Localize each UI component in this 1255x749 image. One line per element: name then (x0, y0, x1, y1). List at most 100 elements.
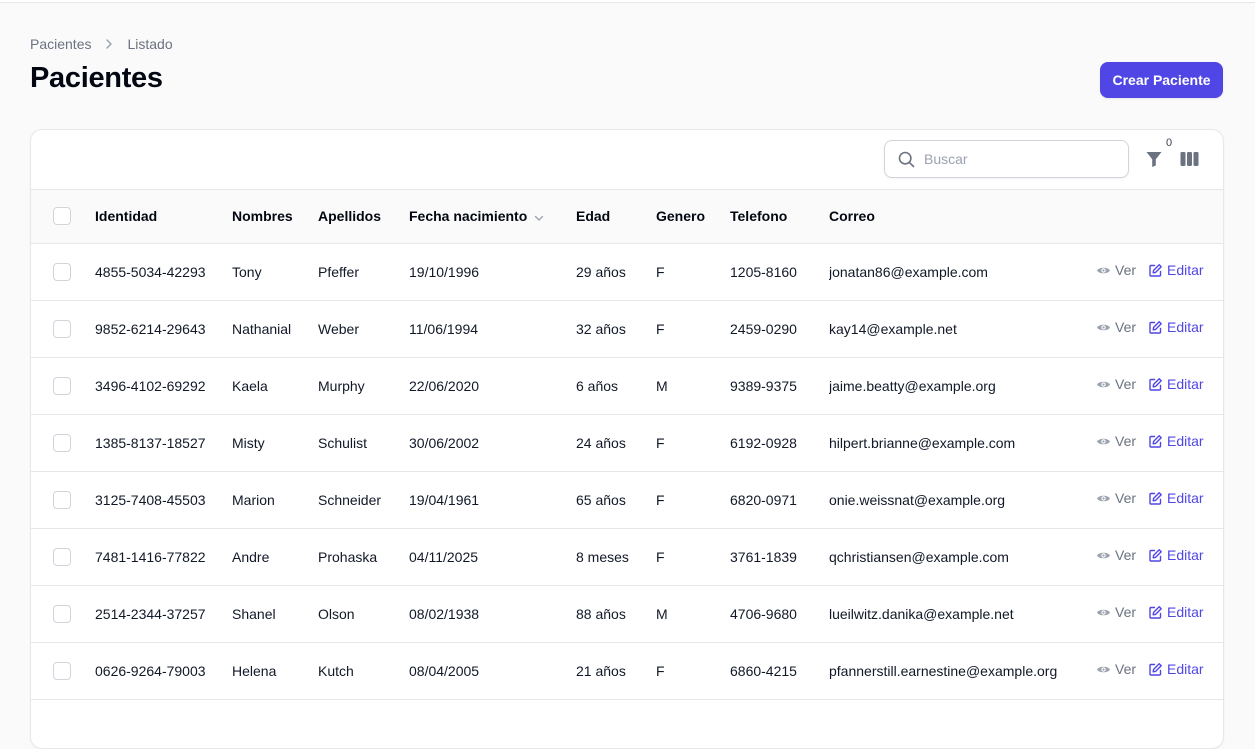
cell-identidad: 0626-9264-79003 (95, 662, 206, 679)
select-all-checkbox[interactable] (53, 207, 71, 226)
create-patient-button[interactable]: Crear Paciente (1100, 62, 1223, 98)
cell-apellidos: Schneider (318, 491, 382, 508)
cell-genero: M (656, 605, 668, 622)
pencil-square-icon (1148, 434, 1163, 449)
cell-actions: Ver Editar (1096, 300, 1223, 357)
view-link[interactable]: Ver (1096, 262, 1136, 278)
table-row: 4855-5034-42293 Tony Pfeffer 19/10/1996 … (31, 243, 1223, 300)
cell-genero: F (656, 434, 665, 451)
top-bar (0, 0, 1255, 3)
view-link[interactable]: Ver (1096, 376, 1136, 392)
eye-icon (1096, 491, 1111, 506)
view-link-label: Ver (1115, 319, 1137, 336)
view-link-label: Ver (1115, 604, 1137, 621)
cell-correo: jonatan86@example.com (829, 263, 988, 280)
cell-edad: 21 años (576, 662, 626, 679)
patients-table: Identidad Nombres Apellidos Fecha nacimi… (31, 190, 1223, 700)
pencil-square-icon (1148, 605, 1163, 620)
cell-nombres: Nathanial (232, 320, 292, 337)
edit-link[interactable]: Editar (1148, 376, 1204, 392)
table-row: 0626-9264-79003 Helena Kutch 08/04/2005 … (31, 642, 1223, 699)
page-title: Pacientes (30, 62, 163, 94)
cell-identidad: 7481-1416-77822 (95, 548, 206, 565)
edit-link[interactable]: Editar (1148, 262, 1204, 278)
cell-fecha-nacimiento: 22/06/2020 (409, 377, 480, 394)
cell-edad: 29 años (576, 263, 626, 280)
eye-icon (1096, 377, 1111, 392)
toggle-columns-button[interactable] (1179, 149, 1199, 169)
column-header-fecha-nacimiento[interactable]: Fecha nacimiento (409, 190, 576, 243)
view-link[interactable]: Ver (1096, 490, 1136, 506)
pencil-square-icon (1148, 263, 1163, 278)
cell-edad: 65 años (576, 491, 626, 508)
cell-apellidos: Pfeffer (318, 263, 359, 280)
eye-icon (1096, 263, 1111, 278)
search-box (884, 140, 1129, 178)
row-checkbox[interactable] (53, 661, 71, 680)
cell-correo: jaime.beatty@example.org (829, 377, 996, 394)
edit-link[interactable]: Editar (1148, 433, 1204, 449)
cell-actions: Ver Editar (1096, 642, 1223, 699)
cell-apellidos: Weber (318, 320, 359, 337)
row-checkbox[interactable] (53, 604, 71, 623)
cell-correo: qchristiansen@example.com (829, 548, 1009, 565)
cell-genero: F (656, 320, 665, 337)
edit-link[interactable]: Editar (1148, 604, 1204, 620)
edit-link-label: Editar (1167, 319, 1204, 336)
view-link[interactable]: Ver (1096, 319, 1136, 335)
chevron-down-icon (533, 212, 545, 224)
cell-genero: F (656, 263, 665, 280)
edit-link[interactable]: Editar (1148, 490, 1204, 506)
column-header-fecha-nacimiento-label: Fecha nacimiento (409, 208, 528, 225)
cell-apellidos: Kutch (318, 662, 354, 679)
view-link[interactable]: Ver (1096, 547, 1136, 563)
pencil-square-icon (1148, 377, 1163, 392)
view-link[interactable]: Ver (1096, 661, 1136, 677)
view-link-label: Ver (1115, 490, 1137, 507)
view-link[interactable]: Ver (1096, 604, 1136, 620)
cell-telefono: 1205-8160 (730, 263, 797, 280)
row-checkbox[interactable] (53, 262, 71, 281)
table-header-row: Identidad Nombres Apellidos Fecha nacimi… (31, 190, 1223, 243)
cell-fecha-nacimiento: 11/06/1994 (409, 320, 479, 337)
cell-edad: 8 meses (576, 548, 629, 565)
breadcrumb-parent-link[interactable]: Pacientes (30, 36, 91, 52)
cell-actions: Ver Editar (1096, 585, 1223, 642)
search-icon (898, 151, 915, 168)
cell-actions: Ver Editar (1096, 243, 1223, 300)
cell-nombres: Shanel (232, 605, 276, 622)
column-header-telefono: Telefono (730, 208, 788, 225)
eye-icon (1096, 548, 1111, 563)
edit-link-label: Editar (1167, 547, 1204, 564)
search-input[interactable] (924, 151, 1114, 167)
edit-link[interactable]: Editar (1148, 319, 1204, 335)
column-header-genero: Genero (656, 208, 706, 225)
row-checkbox[interactable] (53, 433, 71, 452)
table-row: 1385-8137-18527 Misty Schulist 30/06/200… (31, 414, 1223, 471)
row-checkbox[interactable] (53, 490, 71, 509)
view-link[interactable]: Ver (1096, 433, 1136, 449)
row-checkbox[interactable] (53, 376, 71, 395)
view-link-label: Ver (1115, 433, 1137, 450)
edit-link[interactable]: Editar (1148, 661, 1204, 677)
chevron-right-icon (103, 38, 115, 50)
row-checkbox[interactable] (53, 319, 71, 338)
cell-nombres: Misty (232, 434, 265, 451)
cell-actions: Ver Editar (1096, 414, 1223, 471)
cell-nombres: Marion (232, 491, 275, 508)
columns-icon (1180, 151, 1199, 167)
column-header-edad: Edad (576, 208, 611, 225)
cell-telefono: 2459-0290 (730, 320, 797, 337)
breadcrumb-current: Listado (127, 36, 173, 52)
filter-button[interactable] (1144, 148, 1164, 170)
cell-fecha-nacimiento: 19/10/1996 (409, 263, 480, 280)
cell-telefono: 6860-4215 (730, 662, 797, 679)
cell-nombres: Helena (232, 662, 277, 679)
column-header-identidad: Identidad (95, 208, 158, 225)
column-header-nombres: Nombres (232, 208, 293, 225)
pencil-square-icon (1148, 662, 1163, 677)
edit-link[interactable]: Editar (1148, 547, 1204, 563)
cell-telefono: 6820-0971 (730, 491, 797, 508)
cell-apellidos: Murphy (318, 377, 365, 394)
row-checkbox[interactable] (53, 547, 71, 566)
